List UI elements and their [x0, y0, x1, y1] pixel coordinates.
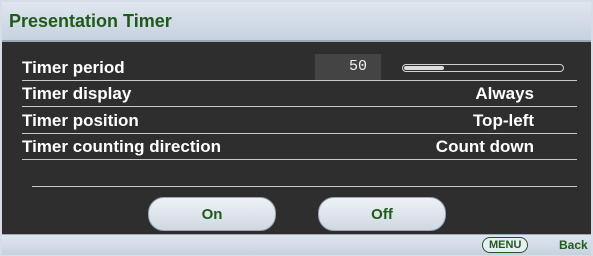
- timer-position-label: Timer position: [22, 111, 139, 130]
- row-divider: [22, 159, 577, 160]
- timer-position-value[interactable]: Top-left: [473, 111, 534, 131]
- timer-period-label: Timer period: [22, 58, 125, 77]
- timer-counting-direction-row[interactable]: Timer counting direction Count down: [2, 135, 591, 160]
- timer-position-row[interactable]: Timer position Top-left: [2, 109, 591, 134]
- dialog-title: Presentation Timer: [9, 11, 172, 31]
- row-divider: [22, 106, 577, 107]
- timer-period-row[interactable]: Timer period 50: [2, 54, 591, 81]
- row-divider: [22, 80, 577, 81]
- row-divider: [22, 133, 577, 134]
- timer-counting-direction-label: Timer counting direction: [22, 137, 221, 156]
- timer-display-row[interactable]: Timer display Always: [2, 82, 591, 107]
- timer-period-slider[interactable]: [402, 64, 564, 72]
- section-divider: [32, 186, 577, 187]
- presentation-timer-dialog: Presentation Timer Timer period 50 Timer…: [0, 0, 593, 256]
- menu-key-badge[interactable]: MENU: [482, 237, 529, 253]
- timer-display-value[interactable]: Always: [475, 84, 534, 104]
- on-button[interactable]: On: [148, 197, 276, 231]
- timer-counting-direction-value[interactable]: Count down: [436, 137, 534, 157]
- timer-period-slider-fill: [404, 66, 444, 70]
- dialog-footer: MENU Back: [2, 234, 591, 255]
- dialog-header: Presentation Timer: [2, 2, 591, 42]
- back-label[interactable]: Back: [559, 238, 588, 252]
- timer-period-value[interactable]: 50: [315, 54, 381, 80]
- off-button[interactable]: Off: [318, 197, 446, 231]
- timer-display-label: Timer display: [22, 84, 132, 103]
